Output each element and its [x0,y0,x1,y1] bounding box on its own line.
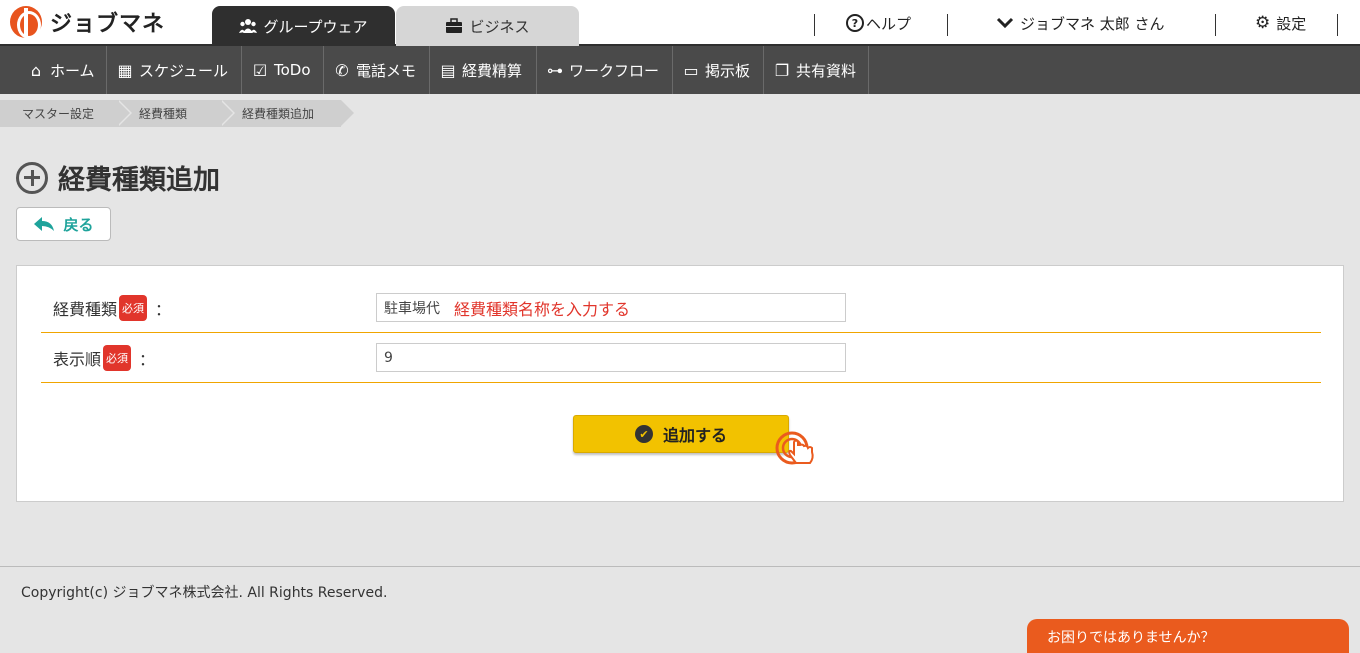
help-label: ヘルプ [866,14,912,33]
tab-groupware-label: グループウェア [263,17,368,36]
tab-business-label: ビジネス [469,17,530,36]
phone-icon: ✆ [335,60,349,80]
workflow-icon: ⊶ [547,60,563,80]
settings-label: 設定 [1276,14,1307,33]
copyright-text: Copyright(c) ジョブマネ株式会社. All Rights Reser… [21,585,388,601]
header-divider [814,14,815,36]
main-nav: ⌂ ホーム ▦ スケジュール ☑ ToDo ✆ 電話メモ ▤ 経費精算 ⊶ ワー… [0,46,1360,94]
help-icon: ? [846,14,864,32]
user-name: ジョブマネ 太郎 さん [1020,14,1165,33]
expense-type-input[interactable]: 駐車場代 経費種類名称を入力する [376,293,846,322]
form-row-expense-type: 経費種類 必須 ： 駐車場代 経費種類名称を入力する [41,283,1321,333]
breadcrumb-label: マスター設定 [22,107,95,121]
nav-item-label: 掲示板 [705,61,751,80]
help-link[interactable]: ? ヘルプ [846,0,911,46]
board-icon: ▭ [683,60,699,80]
tab-groupware[interactable]: グループウェア [212,6,395,46]
nav-item-label: スケジュール [139,61,228,80]
required-badge: 必須 [103,345,132,371]
plus-circle-icon [16,161,48,194]
header-divider [947,14,948,36]
field-label: 経費種類 [53,300,118,319]
calculator-icon: ▤ [440,60,456,80]
logo-mark-icon [10,6,42,39]
display-order-input[interactable]: 9 [376,343,846,372]
gear-icon: ⚙ [1255,13,1271,33]
breadcrumb-label: 経費種類 [139,107,188,121]
annotation-hint: 経費種類名称を入力する [454,299,631,319]
form-row-display-order: 表示順 必須 ： 9 [41,333,1321,383]
page-title: 経費種類追加 [16,158,220,197]
page-title-text: 経費種類追加 [58,165,220,196]
user-menu[interactable]: ジョブマネ 太郎 さん [996,0,1165,46]
nav-item-label: ToDo [274,61,311,79]
breadcrumb-add-expense-type: 経費種類追加 [220,100,356,127]
header-divider [1215,14,1216,36]
nav-item-board[interactable]: ▭ 掲示板 [673,46,764,94]
header-divider [1337,14,1338,36]
nav-item-todo[interactable]: ☑ ToDo [242,46,324,94]
check-circle-icon: ✔ [634,425,653,443]
nav-item-shared-docs[interactable]: ❐ 共有資料 [764,46,869,94]
nav-item-schedule[interactable]: ▦ スケジュール [107,46,242,94]
nav-item-label: 経費精算 [462,61,523,80]
form-panel: 経費種類 必須 ： 駐車場代 経費種類名称を入力する 表示順 必須 ： 9 ✔ … [16,265,1344,502]
nav-item-workflow[interactable]: ⊶ ワークフロー [537,46,673,94]
nav-item-label: ホーム [50,61,95,80]
top-bar: ジョブマネ グループウェア ビジネス ? ヘルプ ジョブマネ 太郎 さん ⚙ 設… [0,0,1360,46]
checklist-icon: ☑ [252,60,268,80]
documents-icon: ❐ [774,60,790,80]
calendar-icon: ▦ [117,60,133,80]
chevron-down-icon [996,17,1014,29]
display-order-value: 9 [384,349,393,366]
breadcrumb-master-settings[interactable]: マスター設定 [0,100,132,127]
users-icon [239,19,258,33]
field-label: 表示順 [53,350,102,369]
back-arrow-icon [34,217,55,231]
help-chat-button[interactable]: お困りではありませんか？ [1027,619,1349,653]
app-logo[interactable]: ジョブマネ [10,6,166,39]
label-colon: ： [155,300,172,319]
required-badge: 必須 [119,295,148,321]
nav-item-label: 電話メモ [356,61,417,80]
display-order-label: 表示順 必須 ： [53,345,155,371]
breadcrumb: マスター設定 経費種類 経費種類追加 [0,100,356,127]
help-chat-label: お困りではありませんか？ [1047,630,1215,646]
settings-link[interactable]: ⚙ 設定 [1255,0,1306,46]
home-icon: ⌂ [30,60,42,80]
nav-item-label: 共有資料 [796,61,857,80]
nav-item-phone-memo[interactable]: ✆ 電話メモ [324,46,430,94]
pointer-hand-icon [775,431,814,465]
back-label: 戻る [63,215,94,234]
add-button-label: 追加する [662,426,727,445]
label-colon: ： [139,350,156,369]
nav-item-expense[interactable]: ▤ 経費精算 [430,46,537,94]
back-button[interactable]: 戻る [16,207,111,241]
tab-business[interactable]: ビジネス [396,6,579,46]
briefcase-icon [446,18,463,33]
expense-type-value: 駐車場代 [384,300,440,317]
breadcrumb-expense-types[interactable]: 経費種類 [117,100,235,127]
nav-item-label: ワークフロー [569,61,660,80]
logo-text: ジョブマネ [50,12,166,37]
nav-item-home[interactable]: ⌂ ホーム [0,46,107,94]
add-button[interactable]: ✔ 追加する [573,415,789,453]
expense-type-label: 経費種類 必須 ： [53,295,171,321]
breadcrumb-label: 経費種類追加 [242,107,315,121]
